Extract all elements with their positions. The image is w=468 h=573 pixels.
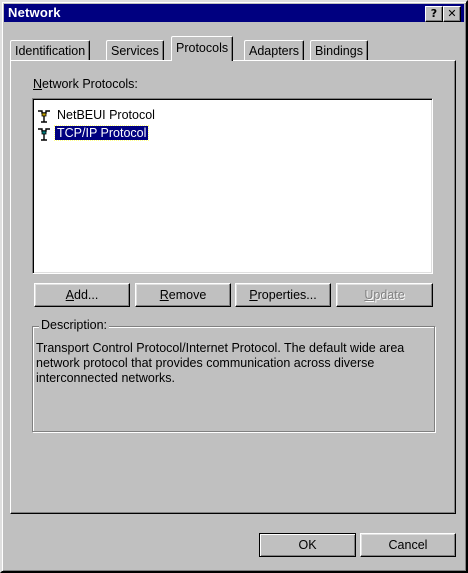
network-protocols-label: Network Protocols: [33, 77, 138, 91]
close-button[interactable]: ✕ [443, 6, 461, 22]
help-button[interactable]: ? [425, 6, 443, 22]
tab-services[interactable]: Services [106, 40, 164, 61]
title-bar[interactable]: Network ? ✕ [4, 4, 464, 22]
properties-button[interactable]: Properties... [235, 283, 331, 307]
protocols-listbox[interactable]: NetBEUI Protocol TCP/IP Protocol [32, 98, 433, 274]
list-item-tcpip[interactable]: TCP/IP Protocol [37, 125, 150, 141]
network-protocol-icon [38, 128, 50, 141]
description-label: Description: [39, 318, 109, 332]
tab-protocols[interactable]: Protocols [171, 36, 234, 61]
remove-button[interactable]: Remove [135, 283, 231, 307]
network-protocol-icon [38, 110, 50, 123]
list-item-netbeui[interactable]: NetBEUI Protocol [37, 107, 157, 123]
window-title: Network [8, 5, 61, 20]
description-groupbox: Description: Transport Control Protocol/… [32, 318, 435, 432]
add-button[interactable]: Add... [34, 283, 130, 307]
tab-adapters[interactable]: Adapters [244, 40, 305, 61]
ok-button[interactable]: OK [259, 533, 356, 557]
cancel-button[interactable]: Cancel [360, 533, 456, 557]
tab-bindings[interactable]: Bindings [310, 40, 368, 61]
update-button[interactable]: Update [336, 283, 433, 307]
description-text: Transport Control Protocol/Internet Prot… [36, 341, 405, 385]
tab-identification[interactable]: Identification [10, 40, 91, 61]
